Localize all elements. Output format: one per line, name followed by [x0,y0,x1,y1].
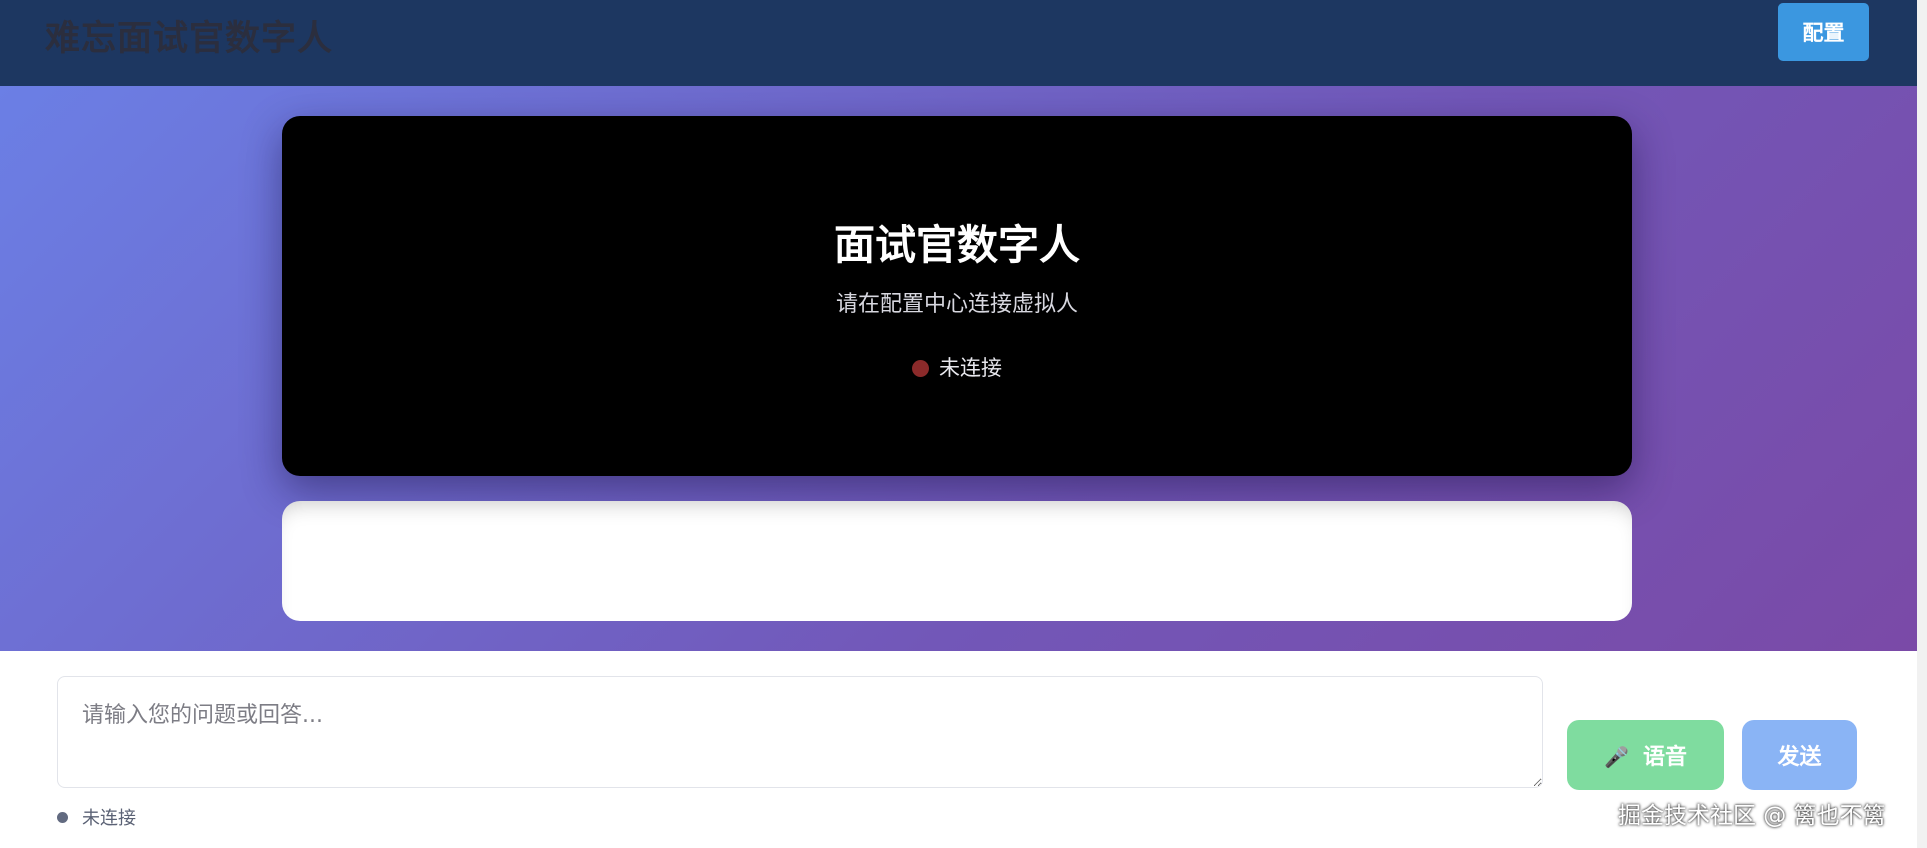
microphone-icon: 🎤 [1604,745,1629,769]
avatar-video-panel: 面试官数字人 请在配置中心连接虚拟人 未连接 [282,116,1632,476]
avatar-connection-status: 未连接 [282,352,1632,382]
connection-status: 未连接 [57,804,136,830]
vertical-scrollbar[interactable] [1917,0,1927,848]
app-root: 难忘面试官数字人 配置 面试官数字人 请在配置中心连接虚拟人 未连接 🎤 语音 发… [0,0,1927,848]
send-button[interactable]: 发送 [1742,720,1857,790]
connection-status-text: 未连接 [82,808,136,829]
status-dot-icon [912,360,929,377]
transcript-panel [282,501,1632,621]
voice-button[interactable]: 🎤 语音 [1567,720,1724,790]
input-bar: 🎤 语音 发送 未连接 掘金技术社区 @ 篱也不篱 [0,651,1917,848]
message-input[interactable] [57,676,1543,788]
app-title: 难忘面试官数字人 [45,19,334,59]
voice-button-label: 语音 [1642,745,1687,770]
top-header: 难忘面试官数字人 配置 [0,0,1917,86]
status-dot-icon [57,812,68,823]
watermark: 掘金技术社区 @ 篱也不篱 [1618,803,1886,829]
avatar-title: 面试官数字人 [834,221,1080,269]
config-button[interactable]: 配置 [1778,3,1869,61]
avatar-stage: 面试官数字人 请在配置中心连接虚拟人 未连接 [0,86,1917,651]
avatar-subtitle: 请在配置中心连接虚拟人 [835,292,1078,317]
avatar-status-text: 未连接 [939,356,1002,380]
